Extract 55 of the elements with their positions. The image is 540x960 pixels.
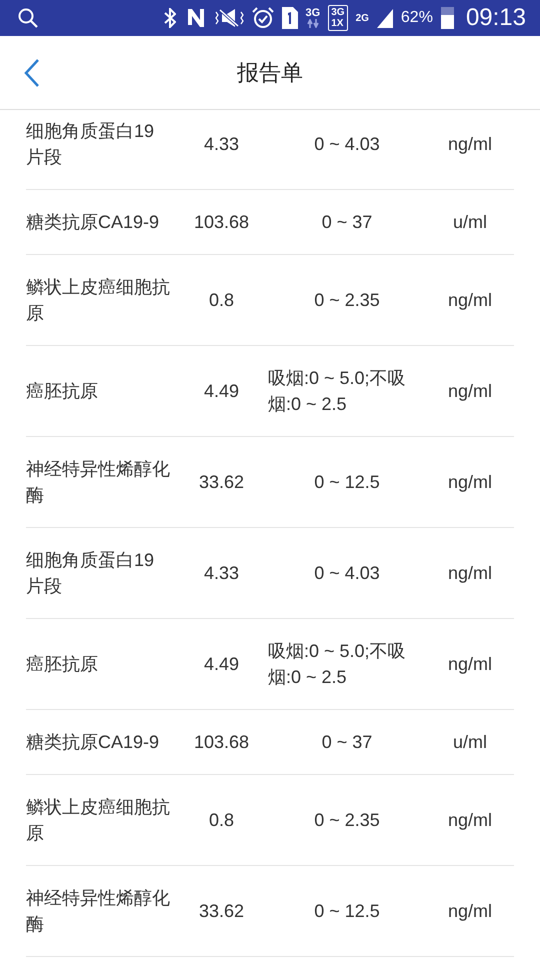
test-value: 0.8 [208,809,236,832]
signal-icon [376,8,393,28]
test-unit: ng/ml [446,809,493,832]
test-value: 103.68 [192,731,250,754]
test-value: 4.33 [202,133,240,156]
back-icon [22,58,42,88]
page-title: 报告单 [236,60,304,88]
alarm-icon [252,7,274,29]
reference-range: 0 ~ 4.03 [314,562,380,585]
reference-range: 0 ~ 37 [322,731,372,754]
mute-icon [214,8,244,28]
search-icon[interactable] [18,8,38,28]
test-name: 糖类抗原CA19-9 [26,731,160,754]
test-unit: u/ml [452,211,488,234]
reference-range: 0 ~ 2.35 [314,809,380,832]
test-value: 0.8 [208,289,236,312]
reference-range: 0 ~ 37 [322,211,372,234]
test-value: 33.62 [198,471,246,494]
test-name: 神经特异性烯醇化酶 [26,887,171,936]
test-unit: ng/ml [446,471,493,494]
battery-icon [440,7,454,29]
reference-range: 0 ~ 4.03 [314,133,380,156]
network-type: 3G [306,8,320,19]
clock: 09:13 [466,4,526,32]
reference-range: 0 ~ 2.35 [314,289,380,312]
test-unit: ng/ml [446,380,493,403]
reference-range: 吸烟:0 ~ 5.0;不吸烟:0 ~ 2.5 [268,640,407,689]
test-unit: ng/ml [446,289,493,312]
reference-range: 0 ~ 12.5 [314,471,380,494]
test-name: 鳞状上皮癌细胞抗原 [26,276,171,325]
sim-signal-badge: 3G 1X [328,5,348,31]
network-type: 2G [356,12,369,24]
test-name: 细胞角质蛋白19片段 [26,549,156,598]
test-unit: ng/ml [446,653,493,676]
data-arrows-icon [306,19,319,28]
test-value: 103.68 [192,211,250,234]
test-unit: ng/ml [446,133,493,156]
sim-card-icon [282,7,298,29]
test-name: 细胞角质蛋白19片段 [26,120,156,169]
test-value: 4.33 [202,562,240,585]
test-value: 4.49 [202,653,240,676]
battery-percent: 62% [400,9,433,27]
test-unit: ng/ml [446,900,493,923]
bluetooth-icon [164,8,176,28]
test-name: 癌胚抗原 [26,653,99,676]
test-name: 糖类抗原CA19-9 [26,211,160,234]
reference-range: 吸烟:0 ~ 5.0;不吸烟:0 ~ 2.5 [268,367,407,416]
test-unit: u/ml [452,731,488,754]
test-unit: ng/ml [446,562,493,585]
test-name: 鳞状上皮癌细胞抗原 [26,796,171,845]
test-value: 33.62 [198,900,246,923]
reference-range: 0 ~ 12.5 [314,900,380,923]
test-value: 4.49 [202,380,240,403]
test-name: 癌胚抗原 [26,380,99,403]
test-name: 神经特异性烯醇化酶 [26,458,171,507]
